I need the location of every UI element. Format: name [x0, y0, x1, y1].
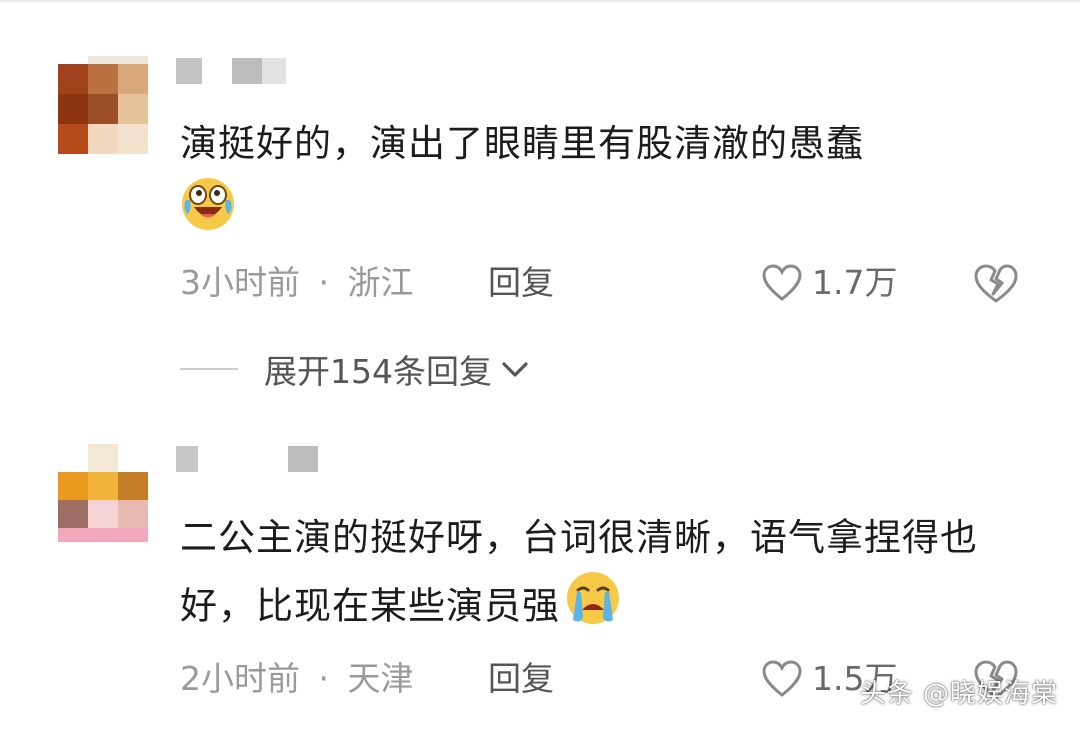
- top-divider: [0, 0, 1080, 2]
- avatar[interactable]: [58, 56, 148, 154]
- heart-icon: [762, 660, 802, 697]
- reply-button[interactable]: 回复: [488, 260, 554, 306]
- comment-body: 演挺好的，演出了眼睛里有股清澈的愚蠢: [180, 122, 864, 165]
- crying-emoji-icon: [564, 570, 622, 646]
- like-count: 1.7万: [812, 263, 898, 302]
- comment-time-location: 3小时前 · 浙江: [180, 263, 414, 302]
- chevron-down-icon: [500, 358, 530, 380]
- comment-meta: 3小时前 · 浙江 回复 1.7万: [180, 260, 1030, 306]
- laughing-crying-emoji-icon: [180, 176, 236, 252]
- reply-button[interactable]: 回复: [488, 656, 554, 702]
- avatar[interactable]: [58, 444, 148, 542]
- username-blurred[interactable]: [176, 446, 318, 474]
- comment-text: 二公主演的挺好呀，台词很清晰，语气拿捏得也好，比现在某些演员强: [180, 506, 1000, 646]
- username-blurred[interactable]: [176, 58, 296, 86]
- expand-replies-label: 展开154条回复: [264, 352, 492, 391]
- like-button[interactable]: 1.7万: [762, 260, 897, 306]
- watermark: 头条 @晓娱海棠: [859, 679, 1058, 709]
- comment-time-location: 2小时前 · 天津: [180, 659, 414, 698]
- broken-heart-icon: [974, 264, 1018, 303]
- dislike-button[interactable]: [974, 264, 1018, 316]
- comment-text: 演挺好的，演出了眼睛里有股清澈的愚蠢: [180, 112, 1000, 252]
- expand-divider: [180, 368, 238, 370]
- expand-replies-button[interactable]: 展开154条回复: [180, 344, 600, 394]
- heart-icon: [762, 264, 802, 301]
